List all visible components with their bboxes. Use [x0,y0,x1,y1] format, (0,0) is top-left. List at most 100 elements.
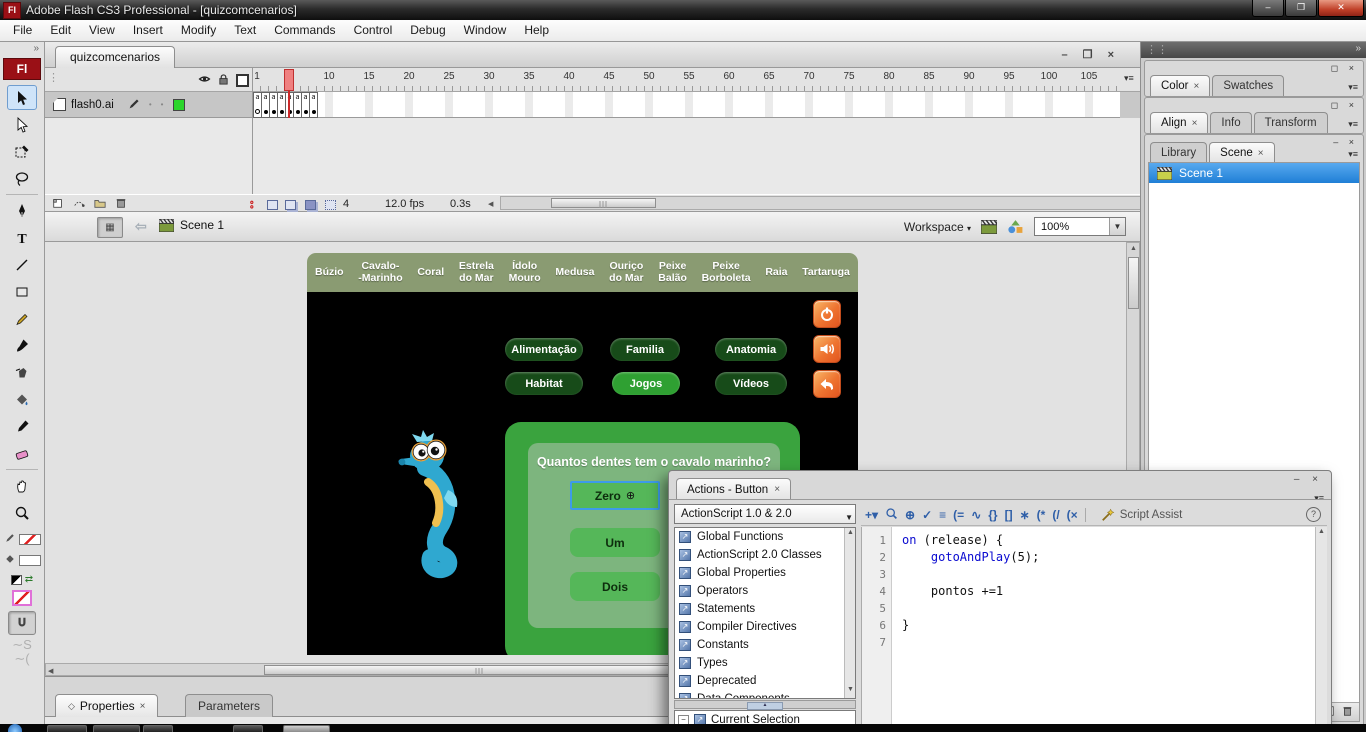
taskbar-button[interactable] [93,725,140,732]
menu-help[interactable]: Help [515,20,558,41]
menu-insert[interactable]: Insert [124,20,172,41]
panel-menu-icon[interactable]: ▾≡ [1348,82,1358,93]
start-orb[interactable] [8,724,22,732]
taskbar-button[interactable] [47,725,87,732]
dock-collapse-icon[interactable]: » [1355,43,1361,54]
brush-tool[interactable] [7,333,37,358]
splitter-collapse-icon[interactable]: ▲ [747,702,783,710]
nav-button-jogos[interactable]: Jogos [612,372,680,395]
menu-edit[interactable]: Edit [41,20,80,41]
menu-control[interactable]: Control [345,20,402,41]
script-scrollbar[interactable]: ▲ [1315,527,1327,732]
paint-bucket-tool[interactable] [7,387,37,412]
scroll-left-icon[interactable]: ◀ [48,667,53,675]
nav-button-habitat[interactable]: Habitat [505,372,583,395]
species-tab-raia[interactable]: Raia [765,267,787,279]
panel-window-icons[interactable]: ◻ × [1331,100,1358,111]
layer-row[interactable]: flash0.ai • • [45,92,253,118]
playhead-marker[interactable] [284,69,294,91]
eraser-tool[interactable] [7,441,37,466]
show-code-hint-icon[interactable]: (= [953,508,964,522]
scroll-up-icon[interactable]: ▲ [847,529,854,536]
tab-parameters[interactable]: Parameters [185,694,273,717]
nav-button-alimentao[interactable]: Alimentação [505,338,583,361]
selection-tool[interactable] [7,85,37,110]
close-icon[interactable]: × [1192,114,1198,133]
script-assist-button[interactable]: Script Assist [1101,508,1183,522]
toolbox-item-globalproperties[interactable]: ↗Global Properties [675,564,855,582]
panel-window-icons[interactable]: – × [1333,137,1358,147]
edit-multiple-frames-icon[interactable] [305,200,316,210]
species-tab-estrela[interactable]: Estrelado Mar [459,261,494,285]
back-button[interactable] [813,370,841,398]
tab-align[interactable]: Align× [1150,112,1208,133]
timeline-ruler-ticks[interactable] [253,86,1120,91]
swap-colors-icon[interactable]: ⇄ [25,574,33,585]
dock-grip[interactable]: ⋮⋮ [1146,43,1168,56]
toolbox-item-globalfunctions[interactable]: ↗Global Functions [675,528,855,546]
add-motion-guide-icon[interactable] [73,197,85,212]
toolbox-item-types[interactable]: ↗Types [675,654,855,672]
panel-collapse-icon[interactable]: ◇ [68,696,75,717]
close-icon[interactable]: × [774,480,780,500]
stroke-color-swatch[interactable] [19,534,41,545]
species-tab-medusa[interactable]: Medusa [555,267,594,279]
tab-properties[interactable]: ◇ Properties × [55,694,158,717]
insert-target-path-icon[interactable]: ⊕ [905,508,915,522]
nav-button-familia[interactable]: Familia [610,338,680,361]
snap-to-objects-button[interactable] [8,611,36,635]
stage-hscroll-thumb[interactable] [264,665,696,675]
find-icon[interactable] [885,507,898,523]
toolbox-item-operators[interactable]: ↗Operators [675,582,855,600]
lasso-tool[interactable] [7,166,37,191]
close-icon[interactable]: × [1193,77,1199,96]
code-line[interactable]: 1on (release) { [862,532,1327,549]
species-tab-peixe[interactable]: PeixeBorboleta [702,261,751,285]
species-tab-ourio[interactable]: Ouriçodo Mar [609,261,643,285]
onion-skin-icon[interactable] [267,200,278,210]
code-line[interactable]: 4 pontos +=1 [862,583,1327,600]
subselection-tool[interactable] [7,112,37,137]
show-hide-column-icon[interactable] [198,74,211,84]
ink-bottle-tool[interactable] [7,360,37,385]
nav-button-vdeos[interactable]: Vídeos [715,372,787,395]
timeline-toggle-button[interactable]: ▦ [97,217,123,238]
species-tab-coral[interactable]: Coral [417,267,444,279]
toolbox-item-compilerdirectives[interactable]: ↗Compiler Directives [675,618,855,636]
toolbox-scrollbar[interactable]: ▲ ▼ [844,528,855,698]
hand-tool[interactable] [7,473,37,498]
layer-visibility-dot[interactable]: • [149,100,152,109]
timeline-scrollbar[interactable] [500,196,1160,210]
collapse-selection-icon[interactable]: [] [1005,508,1013,522]
auto-format-icon[interactable]: ≡ [939,508,946,522]
menu-window[interactable]: Window [455,20,516,41]
actionscript-version-select[interactable]: ActionScript 1.0 & 2.0▼ [674,504,856,524]
timeline-scroll-left-icon[interactable]: ◀ [488,200,493,208]
tab-scene[interactable]: Scene× [1209,142,1274,163]
toolbox-item-statements[interactable]: ↗Statements [675,600,855,618]
toolbox-item-constants[interactable]: ↗Constants [675,636,855,654]
species-tab-tartaruga[interactable]: Tartaruga [802,267,850,279]
back-arrow-icon[interactable]: ⇦ [135,218,147,235]
timeline-panel-menu-icon[interactable]: ▾≡ [1124,73,1134,84]
answer-button-dois[interactable]: Dois [570,572,660,601]
menu-modify[interactable]: Modify [172,20,225,41]
species-tab-peixe[interactable]: PeixeBalão [658,261,687,285]
line-tool[interactable] [7,252,37,277]
actions-tab[interactable]: Actions - Button × [676,478,791,500]
apply-block-comment-icon[interactable]: (* [1037,508,1046,522]
power-button[interactable] [813,300,841,328]
layer-name[interactable]: flash0.ai [71,99,114,111]
code-line[interactable]: 7 [862,634,1327,651]
scroll-down-icon[interactable]: ▼ [847,686,854,693]
tab-library[interactable]: Library [1150,142,1207,163]
species-tab-bzio[interactable]: Búzio [315,267,344,279]
apply-line-comment-icon[interactable]: (/ [1052,508,1059,522]
help-icon[interactable]: ? [1306,507,1321,522]
tab-info[interactable]: Info [1210,112,1251,133]
eyedropper-tool[interactable] [7,414,37,439]
seahorse-graphic[interactable] [395,430,469,580]
tab-swatches[interactable]: Swatches [1212,75,1284,96]
debug-options-icon[interactable]: ∿ [971,508,981,522]
close-icon[interactable]: × [140,696,146,717]
